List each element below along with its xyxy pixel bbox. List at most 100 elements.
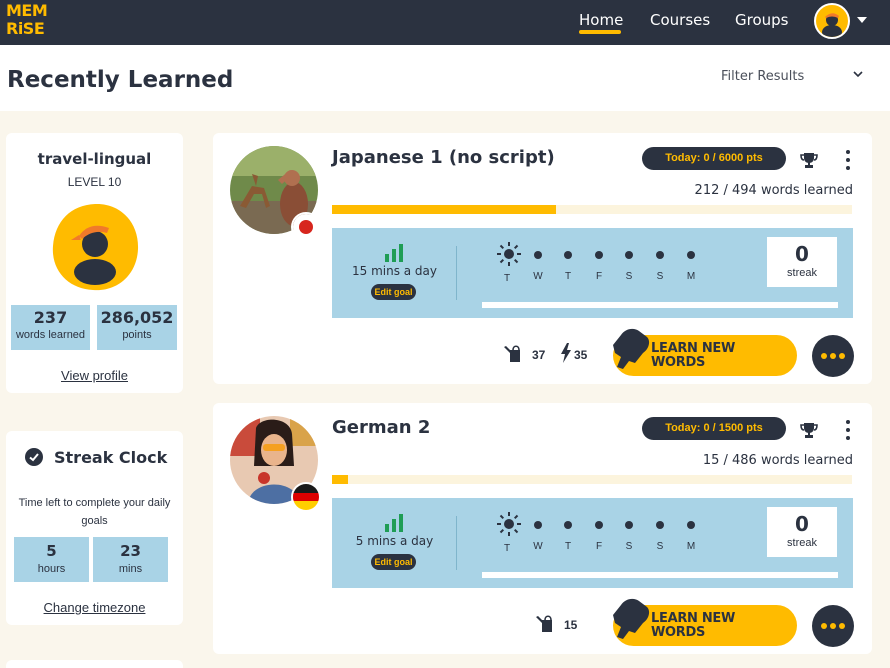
top-nav: MEM RiSE Home Courses Groups [0,0,890,45]
kebab-icon[interactable] [844,149,852,171]
mins-label: mins [118,563,143,575]
today-points-badge: Today: 0 / 1500 pts [642,417,786,440]
weekday-label: W [533,271,543,282]
germany-flag-icon [291,482,321,512]
nav-home-link[interactable]: Home [579,11,623,29]
weekday-dot: W [528,518,548,552]
weekday-label: T [503,543,511,554]
daily-goal-text: 15 mins a day [351,264,438,278]
goal-divider [456,246,457,300]
points-label: points [122,329,152,341]
weekday-label: S [656,271,664,282]
watering-can-icon[interactable] [503,344,525,364]
account-menu-caret-icon[interactable] [857,17,867,23]
profile-username: travel-lingual [37,150,152,168]
streak-clock-description: Time left to complete your daily goals [18,497,171,527]
hours-label: hours [37,563,66,575]
watering-can-icon[interactable] [535,614,557,634]
weekday-dot: T [558,518,578,552]
streak-value: 0 [795,512,809,536]
more-options-button[interactable] [812,335,854,377]
weekday-label: M [686,541,696,552]
weekday-label: M [686,271,696,282]
streak-label: streak [787,267,817,279]
course-progress-fill [332,205,556,214]
course-progress-fill [332,475,348,484]
bolt-count: 35 [574,348,588,362]
view-profile-link[interactable]: View profile [6,368,183,383]
nav-courses-link[interactable]: Courses [650,11,710,29]
learn-label-line-1: LEARN NEW [651,611,736,626]
weekday-today: T [497,242,521,284]
trophy-icon[interactable] [800,421,818,439]
weekday-dot: F [589,248,609,282]
logo-line-2: RiSE [6,19,45,38]
hours-value: 5 [46,542,57,560]
kebab-icon[interactable] [844,419,852,441]
bolt-icon[interactable] [560,343,572,363]
learn-new-words-button[interactable]: LEARN NEW WORDS [613,598,797,646]
hand-icon [613,598,650,641]
streak-box: 0 streak [767,507,837,557]
sun-icon [497,512,521,536]
weekday-dot: S [619,518,639,552]
weekday-label: T [564,271,572,282]
weekday-dot: S [650,518,670,552]
filter-results-dropdown[interactable]: Filter Results [721,69,804,84]
course-card-japanese: Japanese 1 (no script) Today: 0 / 6000 p… [213,133,872,384]
course-progress-bar [332,475,852,484]
points-value: 286,052 [100,308,174,327]
learn-label-line-2: WORDS [651,625,706,640]
weekday-label: F [595,541,603,552]
more-options-button[interactable] [812,605,854,647]
profile-card: travel-lingual LEVEL 10 237 words learne… [6,133,183,393]
check-circle-icon [25,448,43,466]
weekday-label: W [533,541,543,552]
memrise-logo[interactable]: MEM RiSE [6,1,48,40]
daily-goal-panel: 15 mins a day Edit goal T W T F S S M 0 … [332,228,853,318]
course-card-german: German 2 Today: 0 / 1500 pts 15 / 486 wo… [213,403,872,654]
chevron-down-icon[interactable] [853,69,863,79]
user-avatar[interactable] [814,3,850,39]
weekday-label: S [625,271,633,282]
weekday-label: S [625,541,633,552]
nav-groups-link[interactable]: Groups [735,11,788,29]
sun-icon [497,242,521,266]
course-title[interactable]: German 2 [332,417,430,438]
words-learned-progress-text: 15 / 486 words learned [702,453,853,468]
edit-goal-button[interactable]: Edit goal [371,284,416,300]
weekday-label: T [564,541,572,552]
course-title[interactable]: Japanese 1 (no script) [332,147,555,168]
today-points-badge: Today: 0 / 6000 pts [642,147,786,170]
learn-label-line-2: WORDS [651,355,706,370]
weekday-dot: S [650,248,670,282]
learn-new-words-button[interactable]: LEARN NEW WORDS [613,328,797,376]
water-count: 15 [564,618,578,632]
water-count: 37 [532,348,546,362]
streak-label: streak [787,537,817,549]
logo-line-1: MEM [6,1,48,20]
weekday-today: T [497,512,521,554]
japan-flag-icon [291,212,321,242]
weekday-dot: M [681,248,701,282]
mins-value: 23 [120,542,141,560]
streak-clock-card: Streak Clock Time left to complete your … [6,431,183,625]
course-progress-bar [332,205,852,214]
change-timezone-link[interactable]: Change timezone [6,600,183,615]
edit-goal-button[interactable]: Edit goal [371,554,416,570]
learn-new-words-label: LEARN NEW WORDS [651,342,735,370]
weekday-dot: M [681,518,701,552]
weekday-label: F [595,271,603,282]
weekday-dot: S [619,248,639,282]
weekly-progress-bar [482,572,838,578]
words-learned-label: words learned [15,329,86,341]
side-card-partial [6,660,183,668]
daily-goal-text: 5 mins a day [355,534,434,548]
hours-left-box: 5 hours [14,537,89,582]
words-learned-progress-text: 212 / 494 words learned [694,183,853,198]
learn-new-words-label: LEARN NEW WORDS [651,612,735,640]
nav-active-indicator [579,30,621,34]
profile-avatar [52,203,139,291]
trophy-icon[interactable] [800,151,818,169]
weekday-dot: T [558,248,578,282]
